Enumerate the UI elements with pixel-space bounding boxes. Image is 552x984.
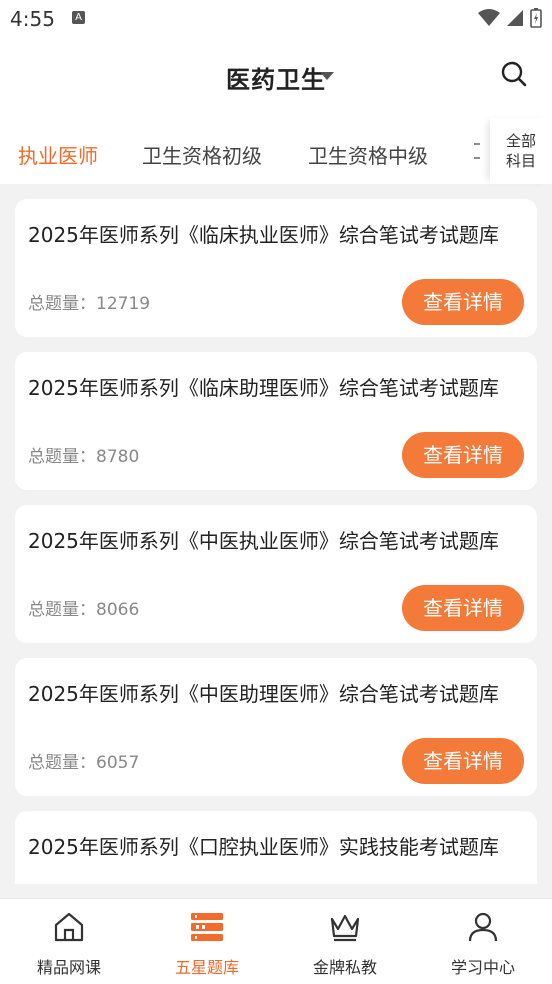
page-title[interactable]: 医药卫生 xyxy=(0,60,552,95)
category-tabs: 执业医师 卫生资格初级 卫生资格中级 全部 科目 xyxy=(0,118,552,184)
card-title: 2025年医师系列《中医执业医师》综合笔试考试题库 xyxy=(28,529,499,553)
nav-item-courses[interactable]: 精品网课 xyxy=(0,899,138,984)
question-count: 总题量：8780 xyxy=(28,442,139,467)
card-title: 2025年医师系列《临床执业医师》综合笔试考试题库 xyxy=(28,223,499,247)
view-details-button[interactable]: 查看详情 xyxy=(402,738,524,784)
question-count: 总题量：12719 xyxy=(28,289,150,314)
all-subjects-button[interactable]: 全部 科目 xyxy=(490,118,552,184)
signal-icon xyxy=(507,10,523,26)
question-count-value: 8066 xyxy=(96,600,140,620)
nav-label: 五星题库 xyxy=(174,958,239,977)
all-subjects-label: 全部 科目 xyxy=(505,132,536,170)
tab-overflow-indicator xyxy=(474,143,480,159)
list-item[interactable]: 2025年医师系列《中医执业医师》综合笔试考试题库 总题量：8066 查看详情 xyxy=(15,505,537,643)
nav-item-question-bank[interactable]: 五星题库 xyxy=(138,899,276,984)
question-bank-icon xyxy=(191,913,223,941)
bottom-nav: 精品网课 五星题库 金牌私教 学习中心 xyxy=(0,898,552,984)
nav-item-learning-center[interactable]: 学习中心 xyxy=(414,899,552,984)
nav-label: 学习中心 xyxy=(450,958,515,977)
question-count-label: 总题量： xyxy=(28,447,96,467)
nav-label: 金牌私教 xyxy=(312,958,377,977)
status-bar: 4:55 A xyxy=(0,0,552,38)
question-count: 总题量：8066 xyxy=(28,595,139,620)
wifi-icon xyxy=(478,9,500,26)
view-details-button[interactable]: 查看详情 xyxy=(402,432,524,478)
nav-item-private-tutor[interactable]: 金牌私教 xyxy=(276,899,414,984)
crown-icon xyxy=(330,914,360,942)
caret-down-icon[interactable] xyxy=(320,72,334,80)
question-bank-list: 2025年医师系列《临床执业医师》综合笔试考试题库 总题量：12719 查看详情… xyxy=(0,184,552,884)
tab-health-junior[interactable]: 卫生资格初级 xyxy=(142,140,262,169)
status-icons xyxy=(478,8,542,28)
status-time: 4:55 xyxy=(10,7,55,31)
tab-licensed-physician[interactable]: 执业医师 xyxy=(18,140,98,169)
card-title: 2025年医师系列《中医助理医师》综合笔试考试题库 xyxy=(28,682,499,706)
nav-label: 精品网课 xyxy=(36,958,101,977)
question-count-value: 6057 xyxy=(96,753,140,773)
list-item[interactable]: 2025年医师系列《临床助理医师》综合笔试考试题库 总题量：8780 查看详情 xyxy=(15,352,537,490)
user-icon xyxy=(468,912,498,942)
list-item[interactable]: 2025年医师系列《口腔执业医师》实践技能考试题库 xyxy=(15,811,537,884)
card-title: 2025年医师系列《临床助理医师》综合笔试考试题库 xyxy=(28,376,499,400)
search-icon[interactable] xyxy=(500,60,528,88)
question-count-value: 8780 xyxy=(96,447,140,467)
question-count-label: 总题量： xyxy=(28,600,96,620)
card-title: 2025年医师系列《口腔执业医师》实践技能考试题库 xyxy=(28,835,499,859)
view-details-button[interactable]: 查看详情 xyxy=(402,585,524,631)
question-count-value: 12719 xyxy=(96,294,151,314)
question-count-label: 总题量： xyxy=(28,753,96,773)
list-item[interactable]: 2025年医师系列《中医助理医师》综合笔试考试题库 总题量：6057 查看详情 xyxy=(15,658,537,796)
app-bar: 医药卫生 xyxy=(0,38,552,118)
question-count: 总题量：6057 xyxy=(28,748,139,773)
list-item[interactable]: 2025年医师系列《临床执业医师》综合笔试考试题库 总题量：12719 查看详情 xyxy=(15,199,537,337)
question-count-label: 总题量： xyxy=(28,294,96,314)
battery-icon xyxy=(530,8,542,28)
notification-icon: A xyxy=(72,11,85,24)
home-icon xyxy=(54,912,84,942)
tab-health-intermediate[interactable]: 卫生资格中级 xyxy=(308,140,428,169)
view-details-button[interactable]: 查看详情 xyxy=(402,279,524,325)
